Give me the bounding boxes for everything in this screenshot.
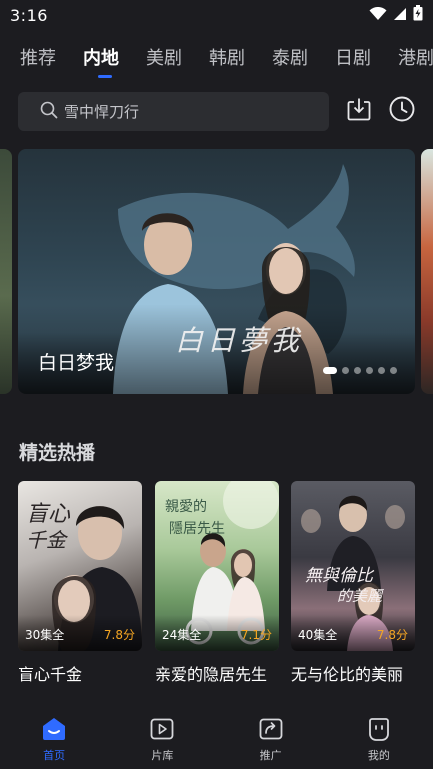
svg-text:隱居先生: 隱居先生 [169, 521, 225, 537]
nav-label: 推广 [259, 749, 282, 762]
tab-thai-drama[interactable]: 泰剧 [272, 40, 335, 80]
episode-count: 30集全 [25, 628, 65, 642]
drama-card[interactable]: 無與倫比 的美麗 40集全 7.8分 无与伦比的美丽 [291, 481, 415, 685]
banner-logo-text: 白日夢我 [175, 324, 304, 357]
section-title: 精选热播 [19, 442, 96, 464]
drama-title: 盲心千金 [18, 665, 83, 684]
rating-score: 7.1分 [240, 628, 272, 642]
svg-text:盲心: 盲心 [26, 502, 71, 527]
drama-title: 无与伦比的美丽 [291, 665, 404, 684]
drama-card[interactable]: 盲心 千金 30集全 7.8分 盲心千金 [18, 481, 142, 685]
tab-hk-drama[interactable]: 港剧 [398, 40, 433, 80]
carousel-dot [366, 367, 373, 374]
tab-japanese-drama[interactable]: 日剧 [335, 40, 398, 80]
carousel-dot [354, 367, 361, 374]
status-time: 3:16 [10, 5, 48, 25]
category-tabs: 推荐 内地 美剧 韩剧 泰剧 日剧 港剧 [0, 40, 433, 80]
video-library-icon [148, 715, 176, 743]
status-icons [369, 5, 423, 25]
share-icon [257, 715, 285, 743]
search-icon [40, 101, 58, 123]
svg-text:千金: 千金 [26, 528, 69, 552]
clock-icon [388, 95, 416, 127]
nav-promote[interactable]: 推广 [217, 705, 325, 769]
banner-title: 白日梦我 [38, 352, 115, 374]
nav-profile[interactable]: 我的 [325, 705, 433, 769]
banner-card[interactable]: 白日夢我 白日梦我 [18, 149, 415, 394]
tab-us-drama[interactable]: 美剧 [146, 40, 209, 80]
search-query: 雪中悍刀行 [64, 103, 140, 121]
nav-library[interactable]: 片库 [108, 705, 216, 769]
carousel-dot [323, 367, 337, 374]
banner-carousel[interactable]: 白日夢我 白日梦我 [0, 149, 433, 394]
episode-count: 40集全 [298, 628, 338, 642]
bottom-nav: 首页 片库 推广 我的 [0, 705, 433, 769]
cellular-signal-icon [393, 6, 407, 25]
rating-score: 7.8分 [103, 628, 135, 642]
svg-text:親愛的: 親愛的 [165, 499, 207, 515]
rating-score: 7.8分 [376, 628, 408, 642]
wifi-icon [369, 6, 387, 25]
history-button[interactable] [387, 96, 417, 126]
home-icon [40, 715, 68, 743]
episode-count: 24集全 [162, 628, 202, 642]
nav-home[interactable]: 首页 [0, 705, 108, 769]
svg-text:無與倫比: 無與倫比 [305, 566, 375, 586]
featured-list: 盲心 千金 30集全 7.8分 盲心千金 親愛的 隱居先生 24集全 7.1分 … [18, 481, 418, 691]
carousel-dot [342, 367, 349, 374]
status-bar: 3:16 [0, 0, 433, 30]
download-button[interactable] [344, 96, 374, 126]
profile-face-icon [365, 715, 393, 743]
battery-icon [413, 5, 423, 25]
drama-poster: 無與倫比 的美麗 40集全 7.8分 [291, 481, 415, 651]
carousel-dot [378, 367, 385, 374]
drama-poster: 親愛的 隱居先生 24集全 7.1分 [155, 481, 279, 651]
drama-card[interactable]: 親愛的 隱居先生 24集全 7.1分 亲爱的隐居先生 [155, 481, 279, 685]
carousel-indicator [323, 367, 397, 374]
carousel-dot [390, 367, 397, 374]
tab-korean-drama[interactable]: 韩剧 [209, 40, 272, 80]
drama-title: 亲爱的隐居先生 [155, 665, 268, 684]
tab-mainland[interactable]: 内地 [83, 40, 146, 80]
drama-poster: 盲心 千金 30集全 7.8分 [18, 481, 142, 651]
next-banner-peek[interactable] [421, 149, 433, 394]
prev-banner-peek[interactable] [0, 149, 12, 394]
svg-text:的美麗: 的美麗 [337, 587, 385, 605]
download-icon [346, 96, 372, 126]
search-input[interactable]: 雪中悍刀行 [18, 92, 329, 131]
nav-label: 首页 [43, 749, 66, 762]
tab-recommend[interactable]: 推荐 [20, 40, 83, 80]
nav-label: 片库 [151, 749, 174, 762]
nav-label: 我的 [367, 749, 390, 762]
